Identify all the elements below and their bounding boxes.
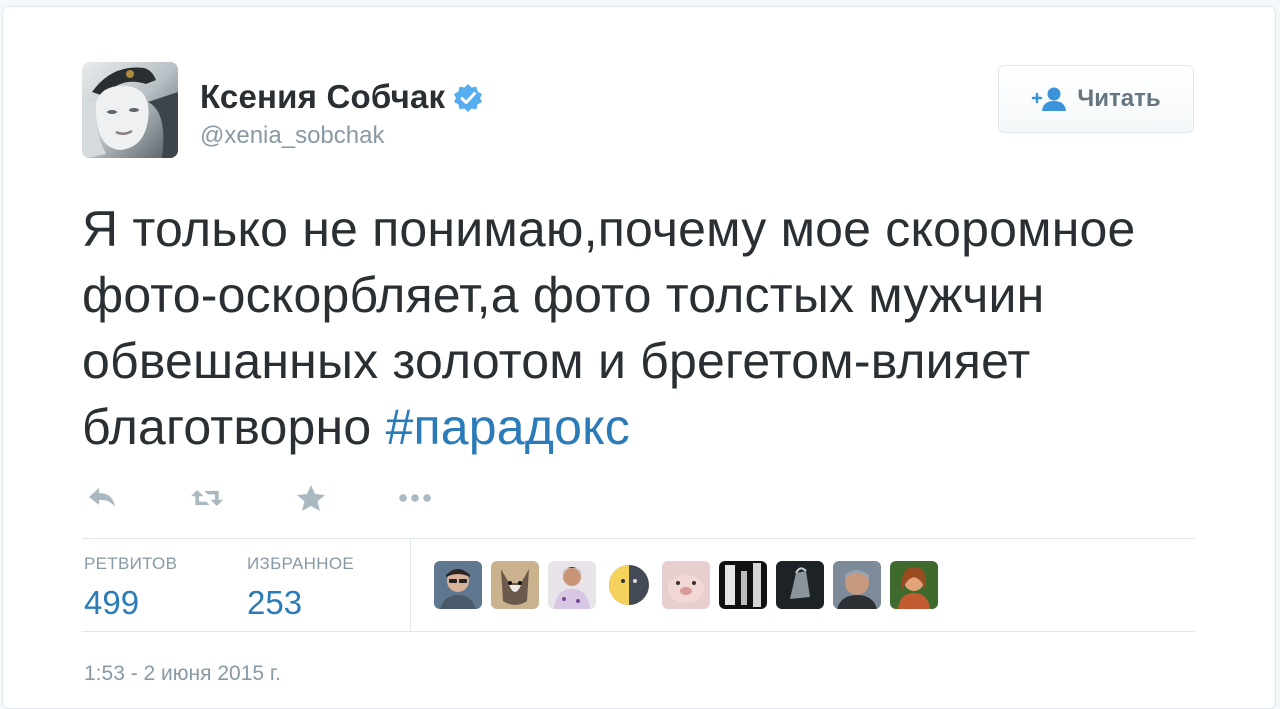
reply-button[interactable]: [86, 481, 120, 515]
stats-vertical-divider: [410, 539, 411, 631]
divider-top: [82, 538, 1195, 539]
follow-user-icon: [1032, 87, 1067, 111]
profile-photo: [82, 62, 178, 158]
favorites-count: 253: [247, 584, 303, 621]
retweets-stat[interactable]: РЕТВИТОВ 499: [84, 554, 177, 622]
favoriter-avatar[interactable]: [776, 561, 824, 609]
author-name[interactable]: Ксения Собчак: [200, 78, 483, 116]
star-icon: [297, 485, 325, 511]
favoriter-avatar[interactable]: [890, 561, 938, 609]
favoriter-avatar[interactable]: [662, 561, 710, 609]
reply-icon: [89, 488, 115, 507]
favoriter-avatar[interactable]: [605, 561, 653, 609]
favoriter-avatar[interactable]: [491, 561, 539, 609]
author-handle[interactable]: @xenia_sobchak: [200, 122, 384, 150]
tweet-actions: [86, 480, 502, 516]
retweets-label: РЕТВИТОВ: [84, 554, 178, 573]
favorite-button[interactable]: [294, 481, 328, 515]
favorites-label: ИЗБРАННОЕ: [247, 554, 354, 573]
retweet-icon: [190, 489, 224, 507]
divider-bottom: [82, 631, 1195, 632]
retweet-button[interactable]: [190, 481, 224, 515]
favoriter-avatar[interactable]: [833, 561, 881, 609]
more-button[interactable]: [398, 481, 432, 515]
favorited-by-avatars: [434, 561, 947, 609]
author-avatar[interactable]: [82, 62, 178, 158]
hashtag-link[interactable]: #парадокс: [385, 399, 630, 455]
author-name-text: Ксения Собчак: [200, 78, 446, 115]
page: Ксения Собчак @xenia_sobchak Читать Я то…: [0, 0, 1280, 709]
more-dots-icon: [399, 494, 431, 502]
verified-badge-icon: [453, 83, 483, 113]
favoriter-avatar[interactable]: [434, 561, 482, 609]
follow-button-label: Читать: [1077, 85, 1161, 112]
tweet-text: Я только не понимаю,почему мое скоромное…: [82, 196, 1192, 460]
favorites-stat[interactable]: ИЗБРАННОЕ 253: [247, 554, 354, 622]
retweets-count: 499: [84, 584, 140, 621]
favoriter-avatar[interactable]: [548, 561, 596, 609]
favoriter-avatar[interactable]: [719, 561, 767, 609]
follow-button[interactable]: Читать: [998, 65, 1194, 133]
tweet-timestamp[interactable]: 1:53 - 2 июня 2015 г.: [84, 662, 281, 686]
